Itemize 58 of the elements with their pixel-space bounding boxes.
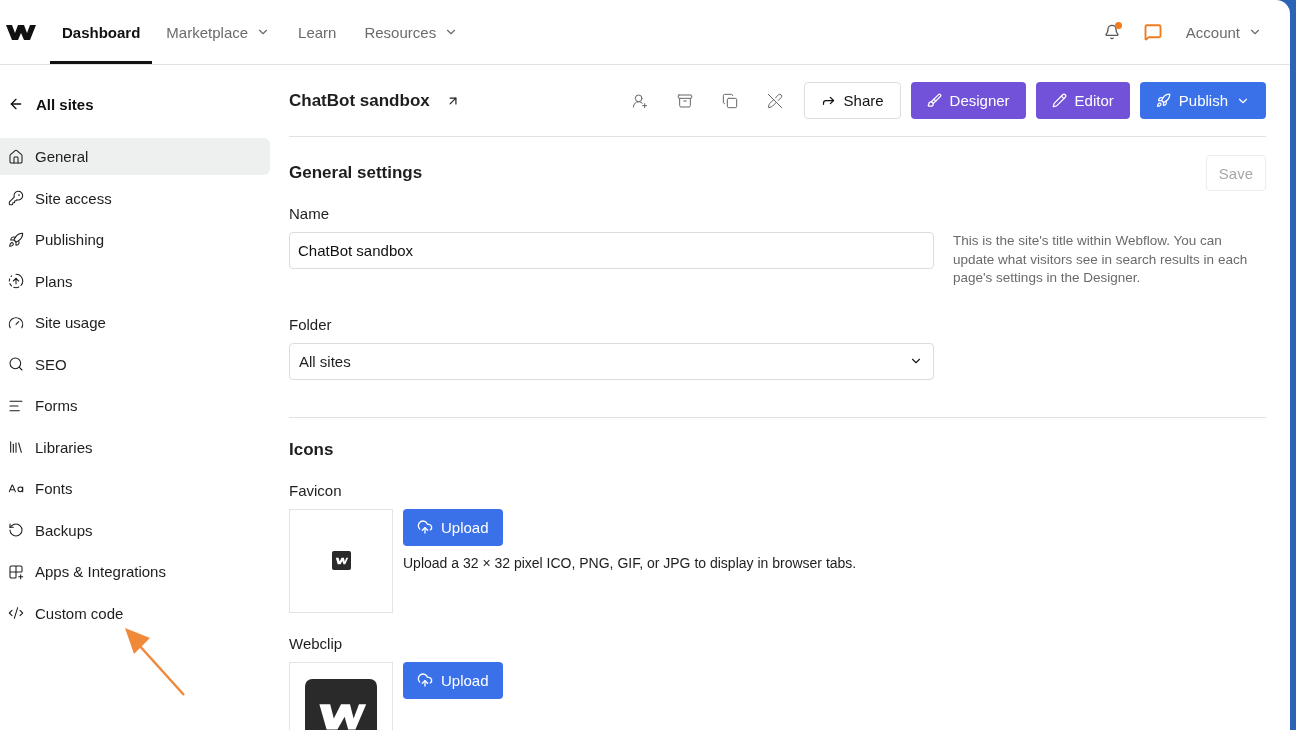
sidebar-item[interactable]: Site access [0,179,270,217]
sidebar-item[interactable]: Plans [0,262,270,300]
sidebar-item[interactable]: SEO [0,345,270,383]
site-title: ChatBot sandbox [289,90,430,111]
grid-plus-icon [8,563,24,580]
button-icon [926,93,942,108]
sidebar-item[interactable]: Libraries [0,428,270,466]
help-text: Upload a 32 × 32 pixel ICO, PNG, GIF, or JPG to display in browser tabs. [403,554,857,571]
field-label: Webclip [289,634,344,652]
field-label: Favicon [289,481,343,499]
favicon-image [331,551,351,570]
sidebar-item[interactable]: General [0,138,270,175]
back-link[interactable]: All sites [0,85,270,123]
sidebar-item[interactable]: Forms [0,387,270,424]
upload-button[interactable]: Upload [403,508,503,546]
home-icon [8,148,24,165]
header-button[interactable]: Designer [910,82,1026,119]
header-button[interactable]: Publish [1139,82,1266,119]
nav-tab[interactable]: Resources [352,0,471,64]
upload-button[interactable]: Upload [403,661,503,699]
arrow-up-circle-icon [8,273,24,289]
user-icon [632,92,649,109]
sidebar-item[interactable]: Apps & Integrations [0,553,270,590]
sidebar-item[interactable]: Site usage [0,304,270,341]
section-title: General settings [289,163,423,183]
sidebar-item[interactable]: Backups [0,511,270,549]
gauge-icon [8,314,24,331]
code-icon [8,605,24,621]
library-icon [8,439,24,455]
folder-select[interactable]: All sites [289,342,934,380]
nav-tab[interactable]: Marketplace [154,0,283,64]
upload-icon [417,519,433,535]
name-field[interactable]: ChatBot sandbox [289,232,934,269]
account-menu[interactable]: Account [1173,0,1290,64]
sidebar-item[interactable]: Custom code [0,594,270,632]
annotation-arrow [125,628,185,696]
upload-icon [417,672,433,688]
pen-off-icon [767,92,784,109]
rocket-icon [8,231,24,248]
copy-icon [722,92,739,109]
section-title: Icons [289,439,335,460]
chat-icon [1143,23,1162,41]
bell-icon [1103,24,1120,40]
field-label: Name [289,205,330,222]
sidebar-item[interactable]: Publishing [0,221,270,258]
key-icon [8,190,24,206]
button-icon [1155,93,1171,108]
undo-icon [8,522,24,538]
sidebar-item[interactable]: Fonts [0,470,270,507]
header-button[interactable]: Editor [1035,82,1130,119]
header-button[interactable]: Share [803,82,901,119]
search-icon [8,356,24,372]
nav-tab[interactable]: Dashboard [50,0,153,64]
button-icon [1051,93,1067,108]
help-text: This is the site's title within Webflow. You can update what visitors see in search results in each page's settings in the Designer. [953,232,1249,287]
archive-icon [677,92,694,109]
field-label: Folder [289,315,333,333]
nav-tab[interactable]: Learn [286,0,349,64]
